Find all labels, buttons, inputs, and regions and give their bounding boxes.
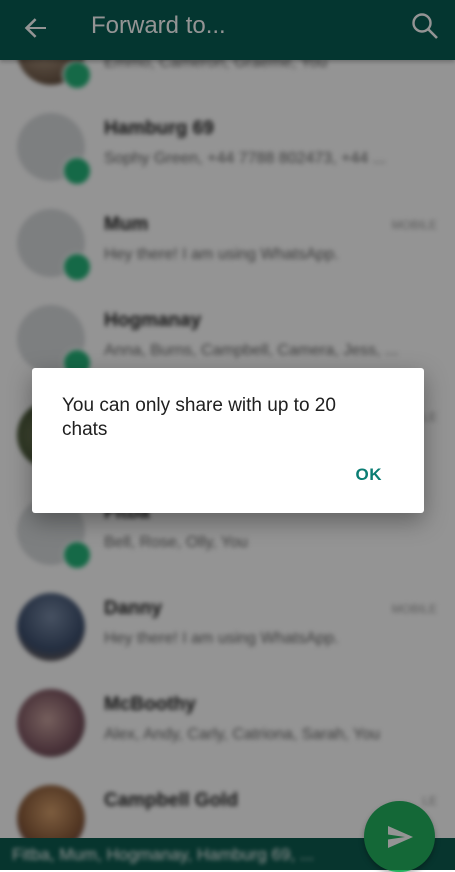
dialog-message: You can only share with up to 20 chats [62,395,336,440]
ok-button[interactable]: OK [356,465,383,485]
alert-dialog: You can only share with up to 20 chats O… [32,368,424,513]
